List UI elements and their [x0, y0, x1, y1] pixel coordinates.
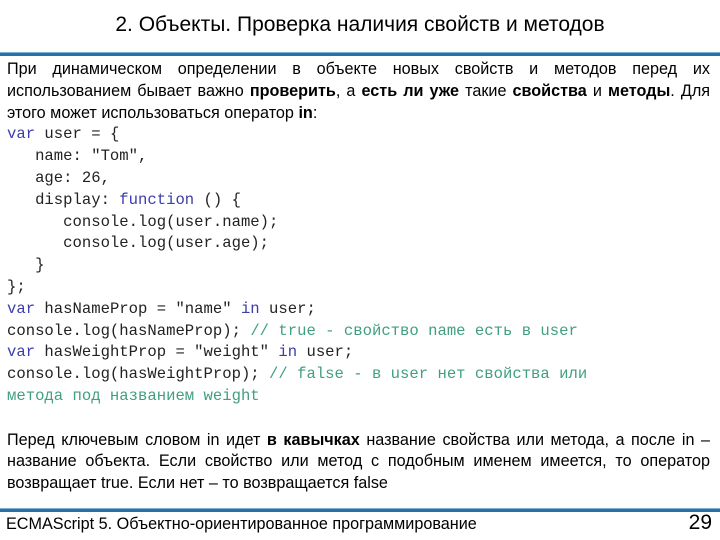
code-text: display: — [7, 190, 120, 209]
code-keyword: var — [7, 125, 36, 144]
code-line: var hasWeightProp = "weight" in user; — [7, 342, 710, 364]
code-text: user; — [297, 343, 354, 362]
code-comment: // true - свойство name есть в user — [250, 321, 578, 340]
intro-paragraph: При динамическом определении в объекте н… — [7, 59, 710, 124]
code-line: display: function () { — [7, 190, 710, 212]
code-text: user = { — [35, 125, 120, 144]
code-text: console.log(user.age); — [7, 234, 270, 253]
code-line: console.log(user.name); — [7, 212, 710, 234]
emphasis-text: проверить — [249, 81, 336, 100]
emphasis-text: методы — [608, 81, 671, 100]
footer-course-title: ECMAScript 5. Объектно-ориентированное п… — [6, 515, 477, 533]
code-line: name: "Tom", — [7, 146, 710, 168]
emphasis-text: в кавычках — [266, 430, 360, 449]
emphasis-text: есть ли уже — [361, 81, 460, 100]
paragraph-text: такие — [459, 81, 513, 100]
code-line: метода под названием weight — [7, 386, 710, 408]
header-divider — [0, 52, 720, 56]
code-line: } — [7, 255, 710, 277]
code-text: } — [7, 256, 45, 275]
code-line: console.log(hasWeightProp); // false - в… — [7, 364, 710, 386]
slide-title: 2. Объекты. Проверка наличия свойств и м… — [115, 13, 605, 36]
code-text: () { — [194, 190, 241, 209]
paragraph-text: Перед ключевым словом in идет — [7, 430, 267, 449]
code-text: name: "Tom", — [7, 147, 148, 166]
code-text: console.log(hasNameProp); — [7, 321, 251, 340]
outro-paragraph: Перед ключевым словом in идет в кавычках… — [7, 430, 710, 495]
code-keyword: function — [119, 190, 195, 209]
emphasis-text: свойства — [512, 81, 587, 100]
code-keyword: var — [7, 299, 36, 318]
code-text: console.log(user.name); — [7, 212, 279, 231]
code-keyword: in — [240, 299, 260, 318]
code-text: console.log(hasWeightProp); — [7, 365, 270, 384]
code-line: age: 26, — [7, 168, 710, 190]
code-line: var hasNameProp = "name" in user; — [7, 299, 710, 321]
code-text: user; — [259, 299, 316, 318]
code-line: }; — [7, 277, 710, 299]
slide-content: При динамическом определении в объекте н… — [7, 59, 710, 495]
code-line: console.log(user.age); — [7, 233, 710, 255]
paragraph-text: и — [586, 81, 609, 100]
code-keyword: var — [7, 343, 36, 362]
code-line: console.log(hasNameProp); // true - свой… — [7, 321, 710, 343]
code-text: hasWeightProp = "weight" — [35, 343, 279, 362]
emphasis-text: in — [298, 103, 313, 122]
page-number: 29 — [688, 511, 712, 534]
paragraph-text: : — [312, 103, 318, 122]
paragraph-text: , а — [335, 81, 362, 100]
code-text: hasNameProp = "name" — [35, 299, 241, 318]
code-block: var user = { name: "Tom", age: 26, displ… — [7, 124, 710, 407]
code-line: var user = { — [7, 124, 710, 146]
code-keyword: in — [278, 343, 298, 362]
code-comment: // false - в user нет свойства или — [269, 365, 588, 384]
code-comment: метода под названием weight — [7, 386, 260, 405]
code-text: age: 26, — [7, 168, 110, 187]
footer-divider — [0, 508, 720, 512]
code-text: }; — [7, 277, 26, 296]
